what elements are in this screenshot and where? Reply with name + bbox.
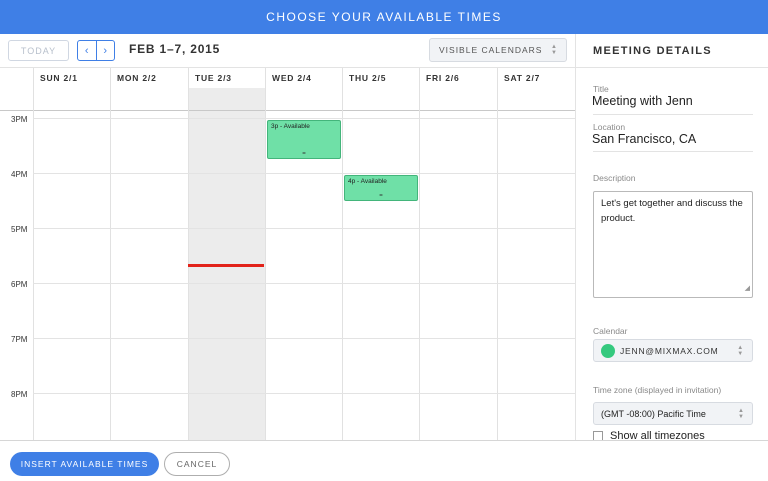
title-label: Title [593, 84, 609, 94]
day-header: SUN 2/1 [40, 73, 78, 83]
hour-label: 6PM [11, 280, 28, 289]
select-arrows-icon: ▲ ▼ [551, 44, 558, 56]
column-divider [265, 68, 266, 440]
timezone-select[interactable]: (GMT -08:00) Pacific Time ▲ ▼ [593, 402, 753, 425]
today-button[interactable]: TODAY [8, 40, 69, 61]
event-label: 3p - Available [271, 123, 310, 130]
day-header: FRI 2/6 [426, 73, 460, 83]
calendar-toolbar: TODAY ‹ › FEB 1–7, 2015 VISIBLE CALENDAR… [0, 34, 575, 67]
drag-handle-icon[interactable]: = [345, 193, 417, 199]
visible-calendars-label: VISIBLE CALENDARS [439, 45, 543, 55]
event-label: 4p - Available [348, 178, 387, 185]
footer: INSERT AVAILABLE TIMES CANCEL [0, 440, 768, 481]
day-header: MON 2/2 [117, 73, 157, 83]
column-divider [342, 68, 343, 440]
location-field[interactable]: San Francisco, CA [592, 132, 696, 146]
date-range-title: FEB 1–7, 2015 [129, 42, 221, 56]
availability-event[interactable]: 4p - Available = [344, 175, 418, 201]
day-header: SAT 2/7 [504, 73, 541, 83]
select-arrows-icon: ▲ ▼ [738, 408, 744, 420]
hour-line [33, 118, 575, 119]
day-header: WED 2/4 [272, 73, 312, 83]
column-divider [419, 68, 420, 440]
week-nav: ‹ › [77, 40, 115, 61]
description-text: Let's get together and discuss the produ… [601, 198, 743, 224]
hour-label: 8PM [11, 390, 28, 399]
hour-line [33, 228, 575, 229]
hour-label: 5PM [11, 225, 28, 234]
all-day-row[interactable] [0, 88, 575, 111]
next-week-icon[interactable]: › [95, 41, 115, 60]
calendar-color-dot [601, 343, 615, 358]
hour-line [33, 173, 575, 174]
hour-label: 3PM [11, 115, 28, 124]
title-field[interactable]: Meeting with Jenn [592, 94, 693, 108]
description-label: Description [593, 173, 636, 183]
panel-title: MEETING DETAILS [593, 45, 712, 57]
calendar-label: Calendar [593, 326, 628, 336]
column-divider [33, 68, 34, 440]
select-arrows-icon: ▲ ▼ [737, 345, 744, 357]
availability-event[interactable]: 3p - Available = [267, 120, 341, 160]
prev-week-icon[interactable]: ‹ [78, 41, 96, 60]
drag-handle-icon[interactable]: = [268, 151, 340, 157]
day-headers: SUN 2/1 MON 2/2 TUE 2/3 WED 2/4 THU 2/5 FRI 2… [0, 68, 575, 88]
day-header: THU 2/5 [349, 73, 387, 83]
timezone-label: Time zone (displayed in invitation) [593, 385, 722, 395]
day-header: TUE 2/3 [195, 73, 232, 83]
insert-available-times-button[interactable]: INSERT AVAILABLE TIMES [10, 452, 159, 476]
hour-line [33, 338, 575, 339]
description-textarea[interactable]: Let's get together and discuss the produ… [593, 191, 753, 298]
calendar-select-value: JENN@MIXMAX.COM [620, 345, 719, 356]
timezone-select-value: (GMT -08:00) Pacific Time [601, 408, 706, 419]
hour-label: 7PM [11, 335, 28, 344]
panel-divider [576, 67, 768, 68]
current-time-indicator [188, 263, 264, 267]
header-title: CHOOSE YOUR AVAILABLE TIMES [266, 10, 502, 24]
hour-line [33, 283, 575, 284]
column-divider [110, 68, 111, 440]
week-calendar[interactable]: SUN 2/1 MON 2/2 TUE 2/3 WED 2/4 THU 2/5 FRI 2… [0, 67, 575, 440]
title-underline [593, 114, 753, 115]
visible-calendars-select[interactable]: VISIBLE CALENDARS ▲ ▼ [429, 38, 567, 62]
header-bar: CHOOSE YOUR AVAILABLE TIMES [0, 0, 768, 34]
location-underline [593, 151, 753, 152]
cancel-button[interactable]: CANCEL [164, 452, 230, 476]
column-divider [497, 68, 498, 440]
column-divider [188, 68, 189, 440]
location-label: Location [593, 122, 626, 132]
meeting-details-panel: MEETING DETAILS Title Meeting with Jenn … [575, 34, 768, 442]
resize-handle-icon[interactable]: ◢ [745, 281, 750, 296]
hour-label: 4PM [11, 170, 28, 179]
hour-line [33, 393, 575, 394]
calendar-select[interactable]: JENN@MIXMAX.COM ▲ ▼ [593, 339, 753, 362]
